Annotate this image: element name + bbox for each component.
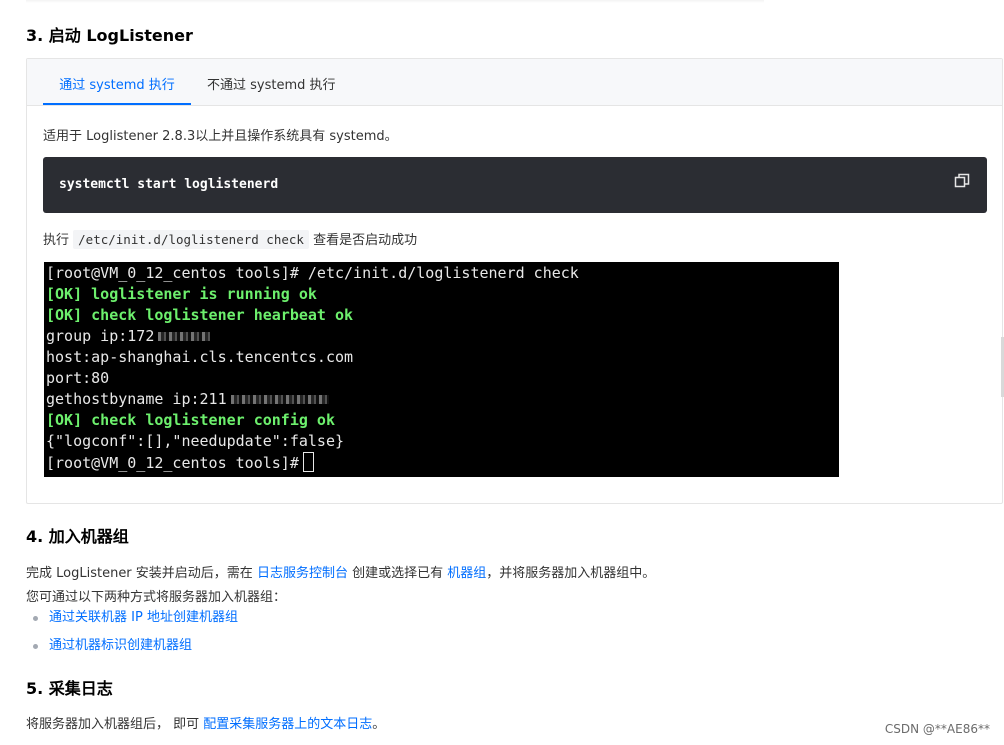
method-list: 通过关联机器 IP 地址创建机器组 通过机器标识创建机器组 bbox=[33, 604, 238, 660]
group-ip-text: group ip:172 bbox=[46, 327, 155, 345]
machine-group-link[interactable]: 机器组 bbox=[447, 566, 486, 581]
check-instruction: 执行 /etc/init.d/loglistenerd check 查看是否启动… bbox=[43, 229, 418, 249]
check-prefix: 执行 bbox=[43, 233, 70, 248]
terminal-prompt: [root@VM_0_12_centos tools]# bbox=[46, 454, 299, 472]
copy-icon[interactable] bbox=[954, 173, 970, 189]
csdn-watermark: CSDN @**AE86** bbox=[884, 722, 990, 736]
top-divider bbox=[26, 0, 764, 3]
terminal-line: [root@VM_0_12_centos tools]# bbox=[46, 452, 839, 473]
check-suffix: 查看是否启动成功 bbox=[313, 233, 418, 248]
terminal-line: [root@VM_0_12_centos tools]# /etc/init.d… bbox=[46, 264, 579, 282]
terminal-line: gethostbyname ip:211 bbox=[46, 389, 839, 410]
redacted-mark bbox=[158, 332, 211, 341]
check-command-code: /etc/init.d/loglistenerd check bbox=[73, 230, 309, 249]
bullet-dot bbox=[33, 616, 38, 621]
code-block: systemctl start loglistenerd bbox=[43, 157, 987, 213]
terminal-line-ok: [OK] loglistener is running ok bbox=[46, 285, 317, 303]
section4-paragraph: 完成 LogListener 安装并启动后，需在 日志服务控制台 创建或选择已有… bbox=[26, 562, 655, 581]
section5-paragraph: 将服务器加入机器组后， 即可 配置采集服务器上的文本日志。 bbox=[26, 713, 385, 732]
section4-paragraph-2: 您可通过以下两种方式将服务器加入机器组： bbox=[26, 590, 287, 605]
terminal-screenshot: [root@VM_0_12_centos tools]# /etc/init.d… bbox=[44, 262, 839, 477]
p5-text-b: 。 bbox=[372, 717, 386, 732]
terminal-line: group ip:172 bbox=[46, 326, 839, 347]
terminal-line: host:ap-shanghai.cls.tencentcs.com bbox=[46, 348, 354, 366]
create-by-ip-link[interactable]: 通过关联机器 IP 地址创建机器组 bbox=[49, 610, 238, 625]
create-by-label-link[interactable]: 通过机器标识创建机器组 bbox=[49, 638, 192, 653]
terminal-line: port:80 bbox=[46, 369, 110, 387]
section5-heading: 5. 采集日志 bbox=[26, 679, 113, 698]
systemd-note: 适用于 Loglistener 2.8.3以上并且操作系统具有 systemd。 bbox=[43, 129, 398, 144]
section4-heading: 4. 加入机器组 bbox=[26, 527, 129, 546]
p1-text-b: 创建或选择已有 bbox=[352, 566, 444, 581]
tab-with-systemd[interactable]: 通过 systemd 执行 bbox=[43, 59, 191, 105]
tab-without-systemd[interactable]: 不通过 systemd 执行 bbox=[207, 59, 336, 105]
redacted-mark bbox=[230, 395, 329, 404]
p1-text-c: ，并将服务器加入机器组中。 bbox=[486, 566, 656, 581]
tab-panel: 通过 systemd 执行 不通过 systemd 执行 适用于 Loglist… bbox=[26, 58, 1003, 504]
terminal-line-ok: [OK] check loglistener hearbeat ok bbox=[46, 306, 354, 324]
list-item: 通过机器标识创建机器组 bbox=[33, 632, 238, 660]
terminal-line-ok: [OK] check loglistener config ok bbox=[46, 411, 335, 429]
terminal-cursor bbox=[302, 452, 314, 472]
terminal-line: {"logconf":[],"needupdate":false} bbox=[46, 432, 345, 450]
code-command: systemctl start loglistenerd bbox=[59, 177, 279, 192]
log-service-console-link[interactable]: 日志服务控制台 bbox=[257, 566, 348, 581]
section3-heading: 3. 启动 LogListener bbox=[26, 26, 193, 45]
config-text-log-link[interactable]: 配置采集服务器上的文本日志 bbox=[203, 717, 372, 732]
tab-bar: 通过 systemd 执行 不通过 systemd 执行 bbox=[27, 59, 1002, 106]
p1-text-a: 完成 LogListener 安装并启动后，需在 bbox=[26, 566, 253, 581]
p5-text-a: 将服务器加入机器组后， 即可 bbox=[26, 717, 200, 732]
hostbyname-ip-text: gethostbyname ip:211 bbox=[46, 390, 227, 408]
bullet-dot bbox=[33, 644, 38, 649]
list-item: 通过关联机器 IP 地址创建机器组 bbox=[33, 604, 238, 632]
